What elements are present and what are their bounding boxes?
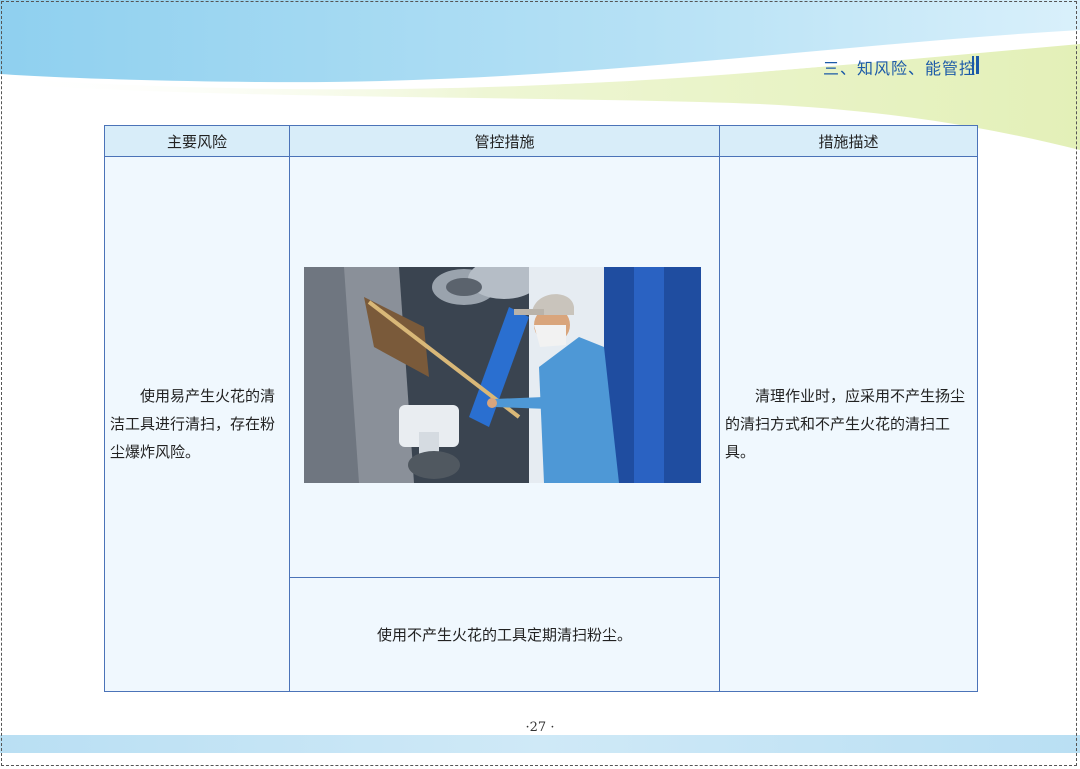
worker-cleaning-photo [304, 267, 701, 483]
header-main-risk: 主要风险 [104, 125, 290, 157]
header-measure-description: 措施描述 [719, 125, 978, 157]
table-row: 使用易产生火花的清洁工具进行清扫，存在粉尘爆炸风险。 清理作业时，应采用不产生扬… [104, 156, 978, 692]
risk-cell: 使用易产生火花的清洁工具进行清扫，存在粉尘爆炸风险。 [104, 156, 290, 692]
description-text: 清理作业时，应采用不产生扬尘的清扫方式和不产生火花的清扫工具。 [725, 387, 966, 461]
title-bars-decoration [972, 56, 979, 74]
header-control-measures: 管控措施 [289, 125, 720, 157]
footer-decoration [0, 735, 1080, 753]
risk-control-table: 主要风险 管控措施 措施描述 使用易产生火花的清洁工具进行清扫，存在粉尘爆炸风险… [104, 125, 978, 692]
risk-text: 使用易产生火花的清洁工具进行清扫，存在粉尘爆炸风险。 [110, 387, 276, 461]
description-cell: 清理作业时，应采用不产生扬尘的清扫方式和不产生火花的清扫工具。 [719, 156, 978, 692]
measure-text: 使用不产生火花的工具定期清扫粉尘。 [376, 625, 632, 644]
section-title: 三、知风险、能管控 [822, 59, 976, 78]
page-number: ·27 · [525, 720, 555, 735]
table-header-row: 主要风险 管控措施 措施描述 [104, 125, 978, 157]
measure-image-cell [289, 156, 720, 578]
measure-text-cell: 使用不产生火花的工具定期清扫粉尘。 [289, 577, 720, 692]
